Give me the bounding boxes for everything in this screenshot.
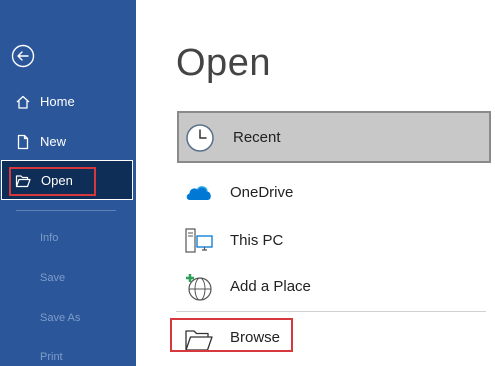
location-add-a-place[interactable]: Add a Place	[176, 264, 486, 308]
page-title: Open	[176, 42, 271, 84]
sidebar-item-save-as: Save As	[40, 312, 81, 324]
sidebar-item-label: Open	[41, 173, 73, 188]
onedrive-cloud-icon	[186, 186, 211, 200]
location-label: OneDrive	[230, 184, 294, 201]
back-arrow-icon[interactable]	[11, 44, 35, 68]
new-document-icon	[17, 134, 29, 150]
sidebar-divider	[16, 210, 116, 211]
sidebar-item-info: Info	[40, 232, 59, 244]
location-onedrive[interactable]: OneDrive	[176, 170, 486, 214]
locations-divider	[176, 311, 486, 312]
location-label: This PC	[230, 232, 284, 249]
location-label: Add a Place	[230, 278, 311, 295]
sidebar-item-label: Home	[40, 94, 75, 109]
add-place-globe-icon	[186, 274, 212, 301]
sidebar-item-open[interactable]: Open	[1, 160, 133, 200]
open-folder-icon	[15, 175, 31, 188]
sidebar-item-new[interactable]: New	[0, 128, 136, 156]
location-this-pc[interactable]: This PC	[176, 218, 486, 262]
sidebar-item-label: New	[40, 134, 67, 149]
computer-icon	[185, 228, 213, 253]
backstage-sidebar: Home New Open Info Save Save As Print	[0, 0, 136, 366]
sidebar-item-save: Save	[40, 272, 66, 284]
home-icon	[16, 95, 30, 109]
sidebar-item-print: Print	[40, 351, 63, 363]
location-recent[interactable]: Recent	[177, 111, 491, 163]
sidebar-item-home[interactable]: Home	[0, 88, 136, 116]
clock-icon	[186, 124, 214, 152]
browse-highlight-box	[170, 318, 293, 352]
location-label: Recent	[233, 129, 281, 146]
